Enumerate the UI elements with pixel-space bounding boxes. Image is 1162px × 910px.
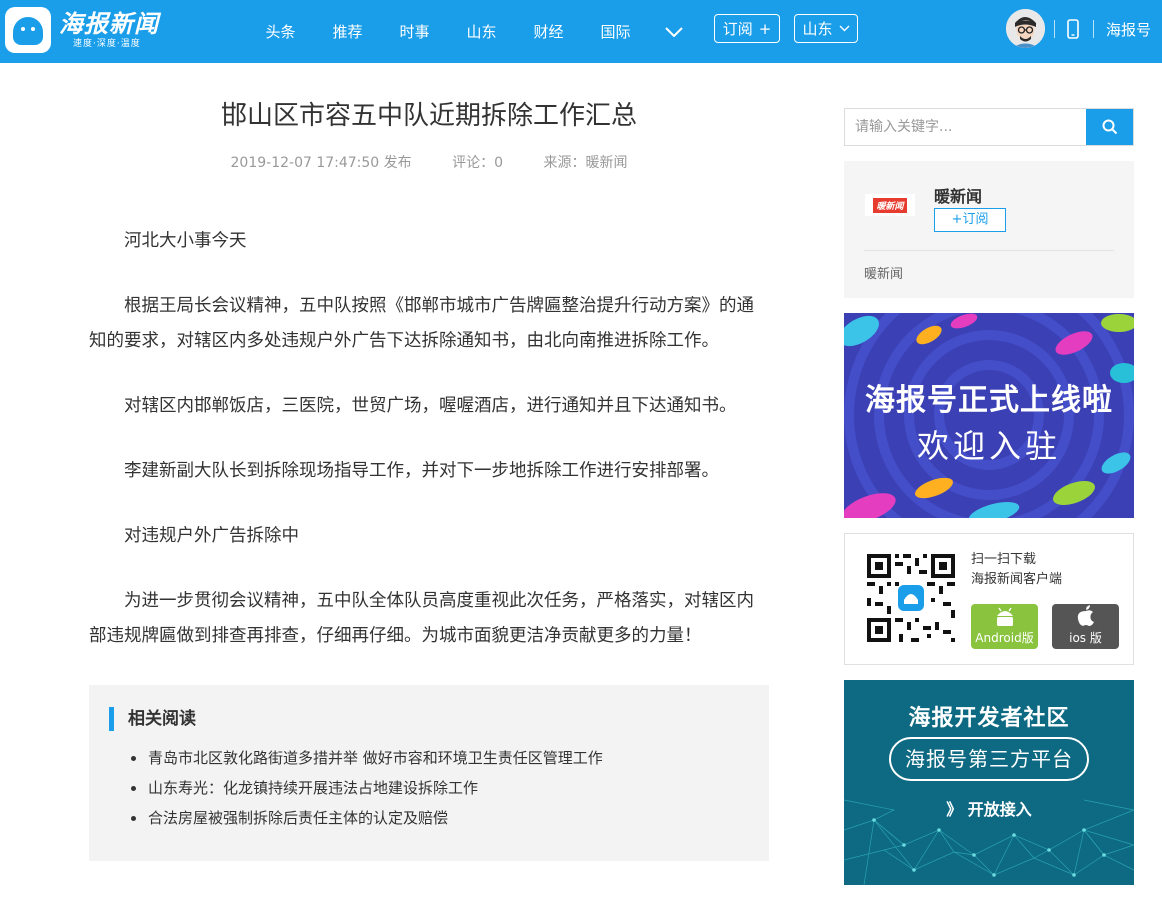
third-party-platform-label: 海报号第三方平台 [889, 737, 1089, 781]
ios-label: ios 版 [1069, 631, 1102, 645]
source-card: 暖新闻 暖新闻 +订阅 暖新闻 [844, 161, 1134, 298]
apple-icon [1077, 605, 1094, 626]
source-name[interactable]: 暖新闻 [934, 183, 982, 207]
nav-item-international[interactable]: 国际 [582, 21, 649, 42]
related-link[interactable]: 合法房屋被强制拆除后责任主体的认定及赔偿 [109, 803, 749, 833]
scan-to-download: 扫一扫下载 [971, 552, 1037, 567]
chevron-down-icon [665, 26, 683, 37]
related-link[interactable]: 青岛市北区敦化路街道多措并举 做好市容和环境卫生责任区管理工作 [109, 743, 749, 773]
android-icon [996, 607, 1013, 626]
region-select[interactable]: 山东 [794, 14, 858, 43]
article-title: 邯山区市容五中队近期拆除工作汇总 [220, 101, 637, 131]
source-logo[interactable]: 暖新闻 [865, 194, 915, 216]
seal-logo-icon [5, 7, 51, 53]
article-paragraph: 河北大小事今天 [124, 231, 247, 251]
article-paragraph: 李建新副大队长到拆除现场指导工作，并对下一步地拆除工作进行安排部署。 [124, 461, 719, 481]
open-access-link[interactable]: 》 开放接入 [844, 796, 1134, 820]
chevron-down-icon [839, 25, 849, 32]
article-paragraph: 对辖区内邯郸饭店，三医院，世贸广场，喔喔酒店，进行通知并且下达通知书。 [124, 396, 737, 416]
article-paragraph: 根据王局长会议精神，五中队按照《邯郸市城市广告牌匾整治提升行动方案》的通知的要求… [89, 296, 754, 351]
article-paragraph: 为进一步贯彻会议精神，五中队全体队员高度重视此次任务，严格落实，对辖区内部违规牌… [89, 591, 754, 646]
region-label: 山东 [802, 20, 833, 38]
haibao-account-link[interactable]: 海报号 [1106, 19, 1151, 40]
search-input[interactable] [845, 109, 1086, 145]
logo-title: 海报新闻 [59, 10, 159, 38]
article: 邯山区市容五中队近期拆除工作汇总 2019-12-07 17:47:50 发布 … [89, 63, 769, 654]
app-name-label: 海报新闻客户端 [971, 572, 1063, 587]
avatar-icon [1006, 9, 1045, 48]
android-label: Android版 [975, 631, 1034, 645]
article-body: 河北大小事今天 根据王局长会议精神，五中队按照《邯郸市城市广告牌匾整治提升行动方… [89, 224, 769, 654]
developer-community-title: 海报开发者社区 [908, 706, 1070, 731]
subscribe-label: 订阅 [722, 20, 753, 38]
nav-item-current-affairs[interactable]: 时事 [381, 21, 448, 42]
site-logo[interactable]: 海报新闻 速度·深度·温度 [5, 5, 175, 55]
app-download-text: 扫一扫下载 海报新闻客户端 [971, 550, 1062, 590]
nav-item-recommend[interactable]: 推荐 [314, 21, 381, 42]
android-download-button[interactable]: Android版 [971, 604, 1038, 649]
related-link[interactable]: 山东寿光：化龙镇持续开展违法占地建设拆除工作 [109, 773, 749, 803]
search-bar [844, 108, 1134, 146]
haibao-launch-banner[interactable]: 海报号正式上线啦 欢迎入驻 [844, 313, 1134, 518]
nav-more-button[interactable] [649, 26, 699, 37]
header-divider [1054, 20, 1055, 38]
top-header: 海报新闻 速度·深度·温度 头条 推荐 时事 山东 财经 国际 订阅 + 山东 [0, 0, 1162, 63]
article-meta: 2019-12-07 17:47:50 发布 评论：0 来源：暖新闻 [89, 152, 769, 172]
nav-item-finance[interactable]: 财经 [515, 21, 582, 42]
banner-headline: 海报号正式上线啦 [865, 383, 1113, 418]
ios-download-button[interactable]: ios 版 [1052, 604, 1119, 649]
nav-item-headlines[interactable]: 头条 [247, 21, 314, 42]
related-reading: 相关阅读 青岛市北区敦化路街道多措并举 做好市容和环境卫生责任区管理工作 山东寿… [89, 685, 769, 861]
search-button[interactable] [1086, 109, 1133, 145]
divider [864, 250, 1114, 251]
publish-time: 2019-12-07 17:47:50 发布 [230, 155, 412, 171]
user-avatar[interactable] [1006, 9, 1045, 48]
mobile-phone-icon[interactable] [1066, 19, 1080, 39]
source-logo-text: 暖新闻 [873, 197, 907, 213]
search-icon [1102, 119, 1117, 135]
nav-item-shandong[interactable]: 山东 [448, 21, 515, 42]
related-heading: 相关阅读 [109, 707, 749, 731]
plus-icon: + [758, 19, 772, 38]
header-divider [1093, 20, 1094, 38]
source-description: 暖新闻 [864, 267, 904, 282]
article-paragraph: 对违规户外广告拆除中 [124, 526, 299, 546]
article-source: 来源：暖新闻 [543, 155, 628, 171]
subscribe-button[interactable]: 订阅 + [714, 14, 780, 43]
app-download-box: 扫一扫下载 海报新闻客户端 Android版 ios 版 [844, 533, 1134, 665]
source-subscribe-button[interactable]: +订阅 [934, 208, 1006, 232]
developer-community-banner[interactable]: 海报开发者社区 海报号第三方平台 》 开放接入 [844, 680, 1134, 885]
qr-code-icon [865, 552, 957, 644]
banner-subheadline: 欢迎入驻 [916, 427, 1061, 465]
logo-slogan: 速度·深度·温度 [73, 39, 141, 49]
main-nav: 头条 推荐 时事 山东 财经 国际 [247, 0, 699, 63]
related-list: 青岛市北区敦化路街道多措并举 做好市容和环境卫生责任区管理工作 山东寿光：化龙镇… [109, 743, 749, 833]
comment-count[interactable]: 评论：0 [452, 155, 503, 171]
